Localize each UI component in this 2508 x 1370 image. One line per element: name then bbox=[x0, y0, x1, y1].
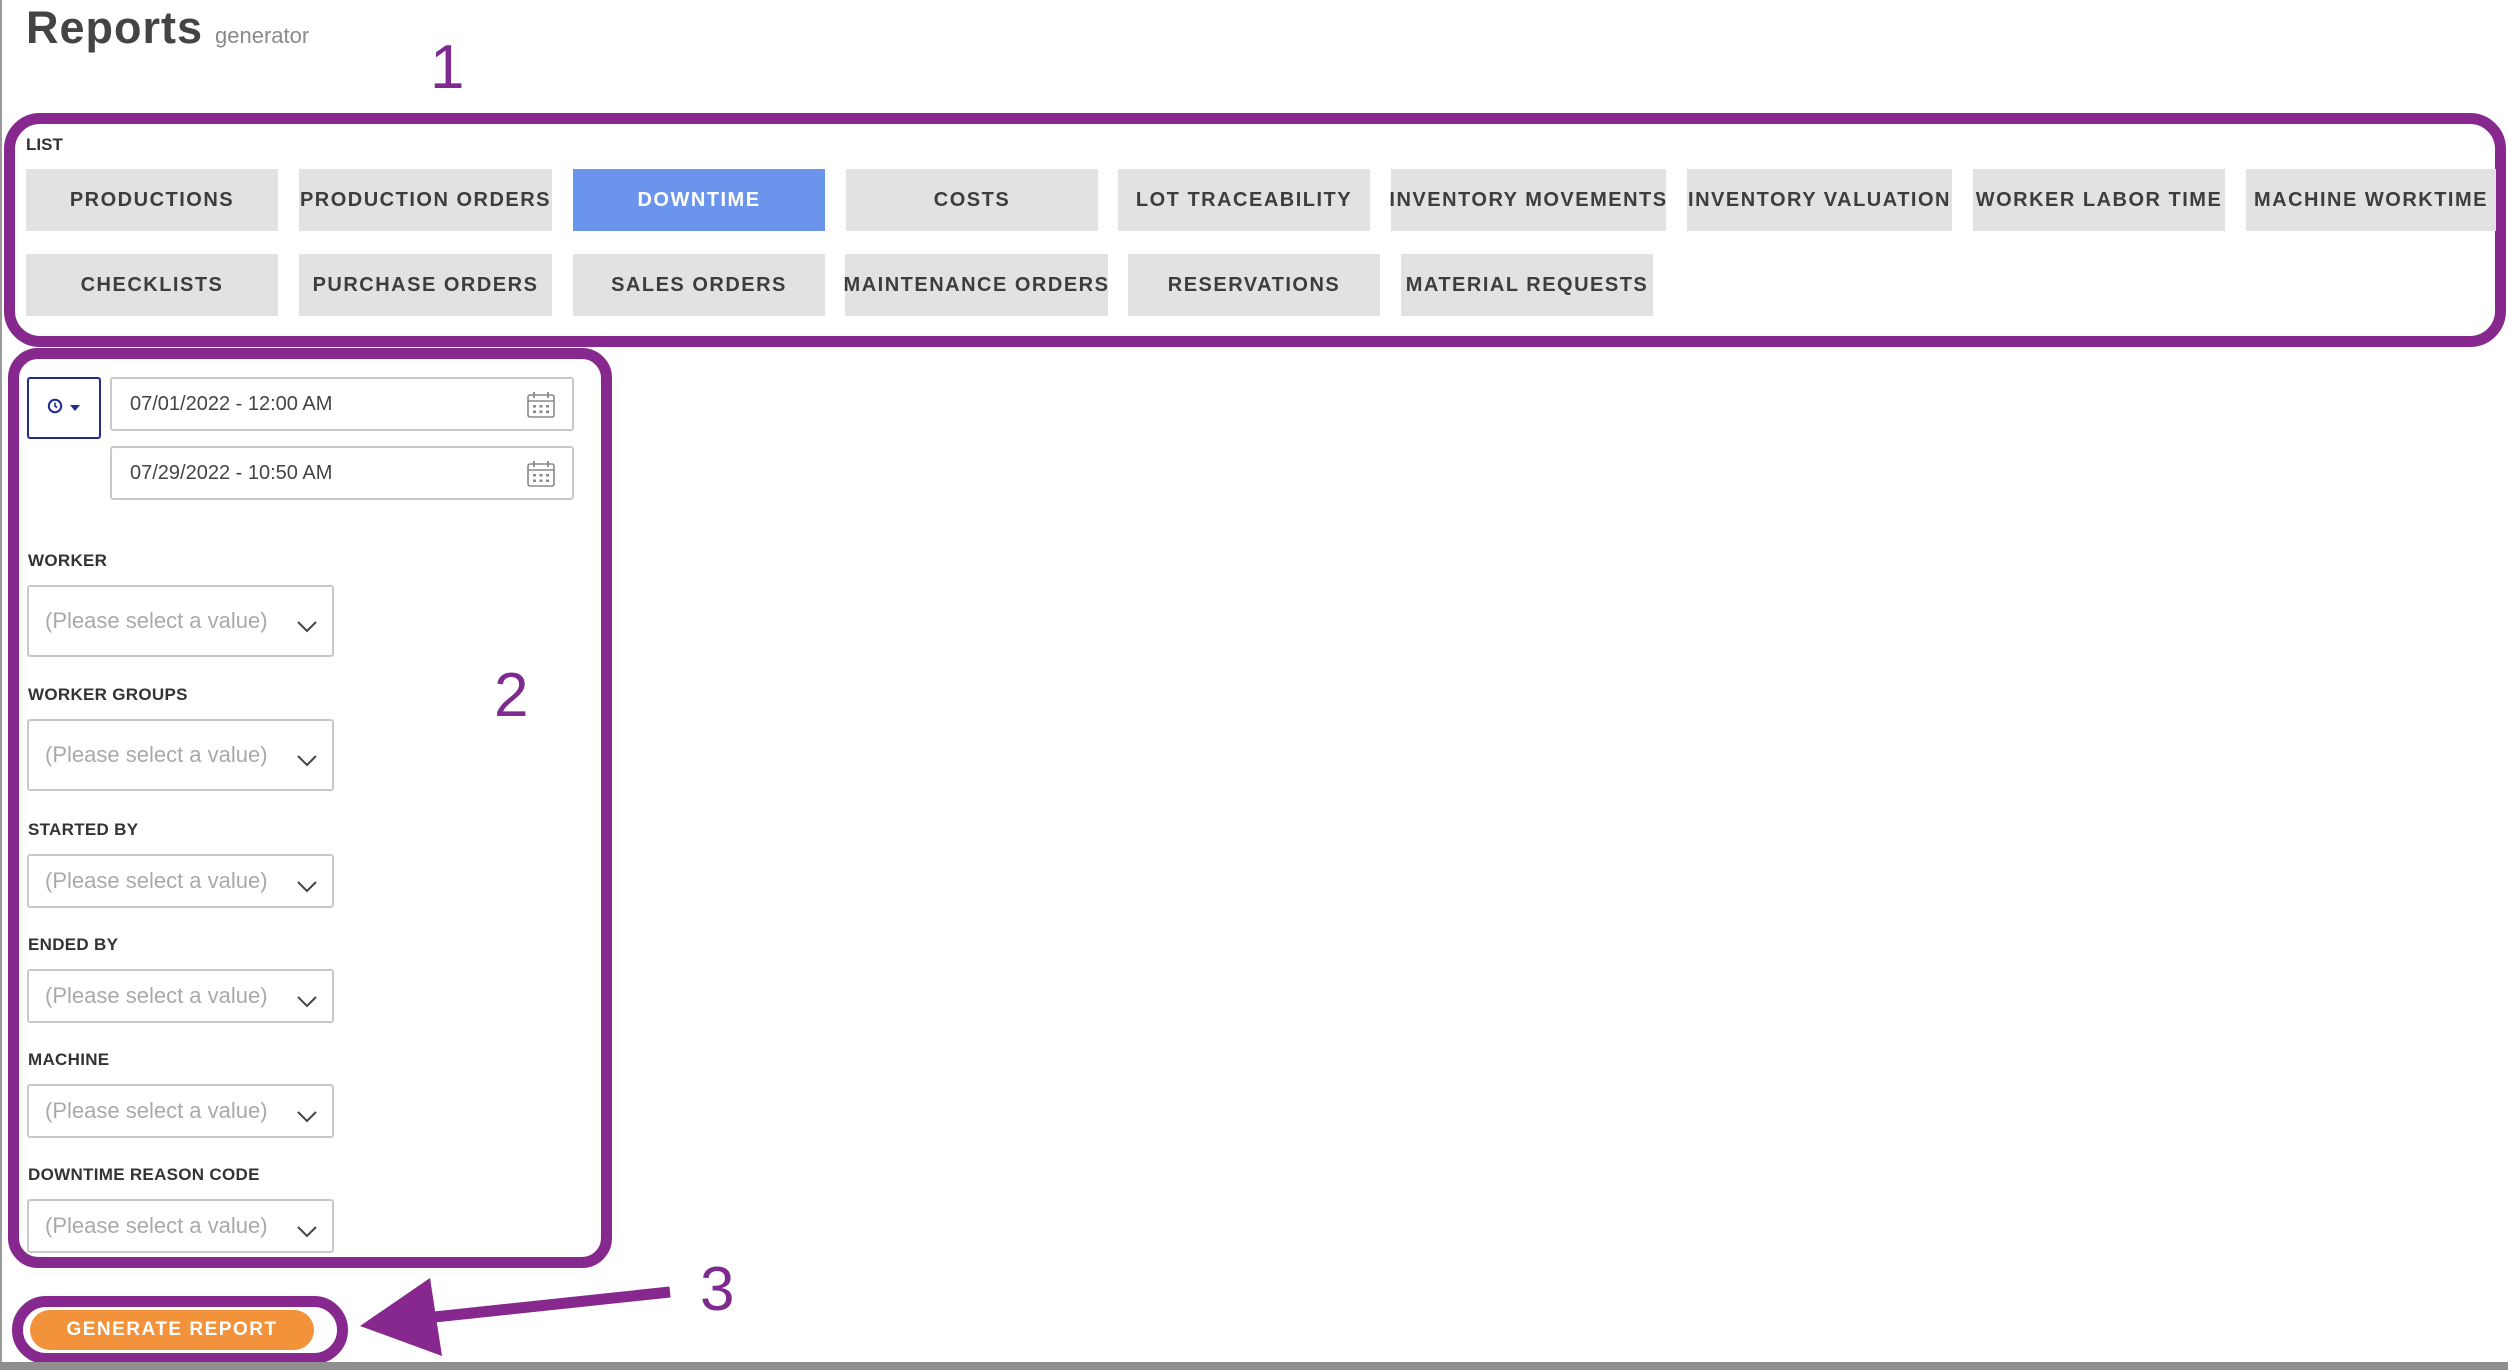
bottom-border bbox=[0, 1362, 2508, 1370]
annotation-arrow bbox=[360, 1278, 671, 1356]
